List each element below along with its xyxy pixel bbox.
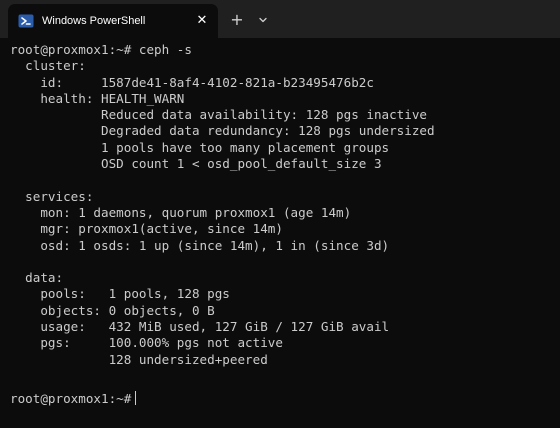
terminal-line: id: 1587de41-8af4-4102-821a-b23495476b2c xyxy=(10,74,374,90)
terminal-line: root@proxmox1:~# ceph -s xyxy=(10,42,192,57)
terminal-output-area[interactable]: root@proxmox1:~# ceph -s cluster: id: 15… xyxy=(0,38,560,428)
tab-title: Windows PowerShell xyxy=(42,15,146,27)
terminal-line: 128 undersized+peered xyxy=(10,351,268,367)
ceph-status-output: root@proxmox1:~# ceph -s cluster: id: 15… xyxy=(10,42,435,368)
terminal-line: pools: 1 pools, 128 pgs xyxy=(10,286,230,302)
terminal-line: mon: 1 daemons, quorum proxmox1 (age 14m… xyxy=(10,204,352,220)
terminal-line: cluster: xyxy=(10,58,86,74)
terminal-line: osd: 1 osds: 1 up (since 14m), 1 in (sin… xyxy=(10,237,390,253)
powershell-icon xyxy=(18,14,34,28)
prompt-text: root@proxmox1:~# xyxy=(10,391,132,406)
terminal-line: services: xyxy=(10,188,94,204)
new-tab-button[interactable]: + xyxy=(228,11,246,29)
terminal-line: pgs: 100.000% pgs not active xyxy=(10,335,283,351)
terminal-line: mgr: proxmox1(active, since 14m) xyxy=(10,221,283,237)
tab-windows-powershell[interactable]: Windows PowerShell ✕ xyxy=(8,4,218,38)
terminal-line: usage: 432 MiB used, 127 GiB / 127 GiB a… xyxy=(10,319,390,335)
command-prompt[interactable]: root@proxmox1:~# xyxy=(10,391,137,407)
terminal-line: objects: 0 objects, 0 B xyxy=(10,302,215,318)
title-bar: Windows PowerShell ✕ + xyxy=(0,0,560,38)
terminal-line: Reduced data availability: 128 pgs inact… xyxy=(10,107,428,123)
terminal-line: Degraded data redundancy: 128 pgs unders… xyxy=(10,123,435,139)
terminal-line: 1 pools have too many placement groups xyxy=(10,139,390,155)
chevron-down-icon[interactable] xyxy=(256,13,270,27)
text-cursor xyxy=(135,391,137,405)
terminal-line: health: HEALTH_WARN xyxy=(10,90,185,106)
terminal-window: Windows PowerShell ✕ + root@proxmox1:~# … xyxy=(0,0,560,428)
terminal-line: data: xyxy=(10,270,64,286)
close-tab-button[interactable]: ✕ xyxy=(194,13,210,29)
terminal-line: OSD count 1 < osd_pool_default_size 3 xyxy=(10,156,382,172)
